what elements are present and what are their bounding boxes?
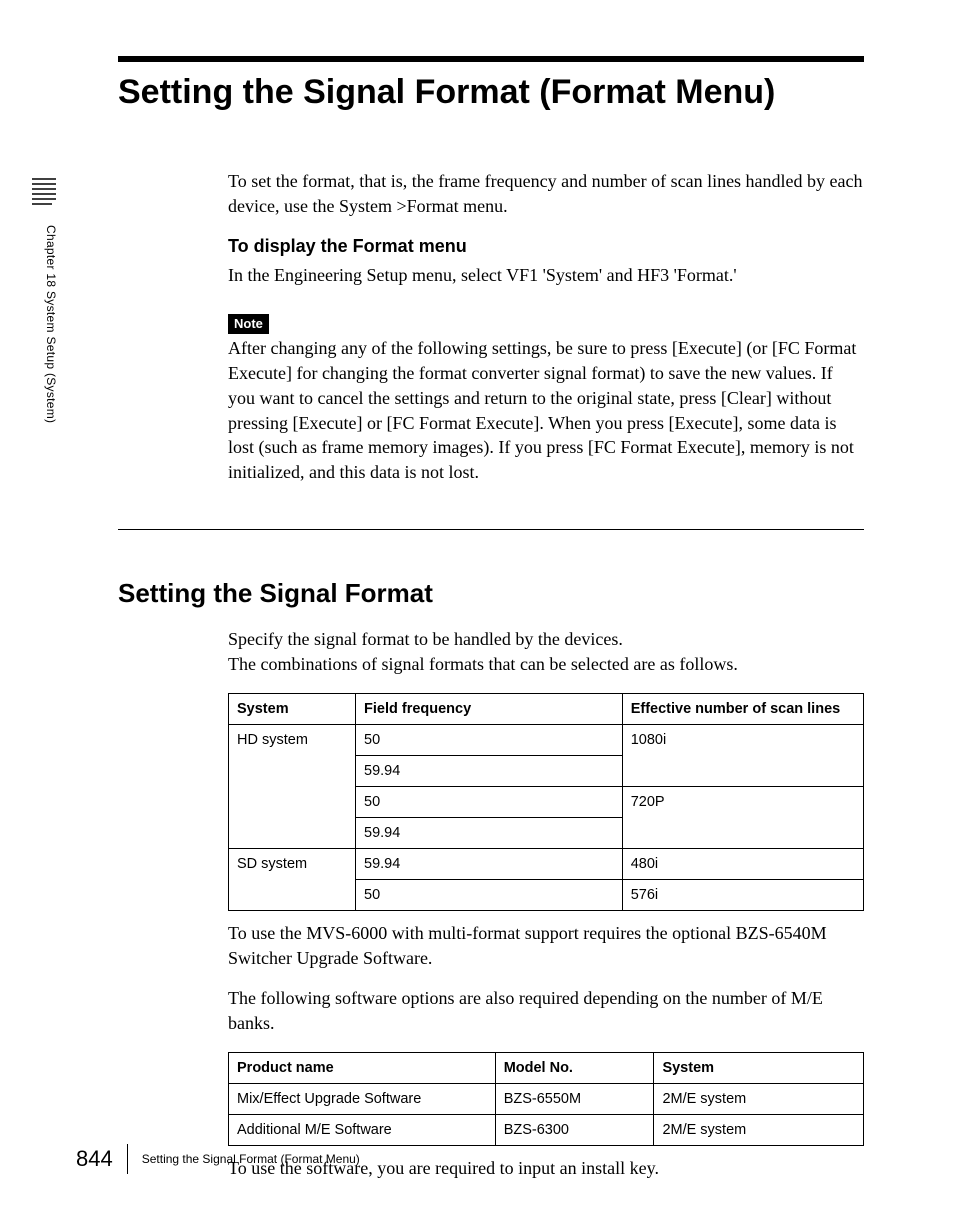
footer-divider	[127, 1144, 128, 1174]
signal-format-table: System Field frequency Effective number …	[228, 693, 864, 911]
footer-text: Setting the Signal Format (Format Menu)	[142, 1152, 360, 1166]
table-row: HD system 50 1080i	[229, 724, 864, 755]
note-badge: Note	[228, 314, 269, 334]
table-row: Product name Model No. System	[229, 1052, 864, 1083]
cell-product: Additional M/E Software	[229, 1114, 496, 1145]
cell-freq: 50	[356, 724, 623, 755]
th-scan-lines: Effective number of scan lines	[622, 693, 863, 724]
cell-freq: 50	[356, 879, 623, 910]
cell-product: Mix/Effect Upgrade Software	[229, 1083, 496, 1114]
cell-model: BZS-6300	[495, 1114, 654, 1145]
section-heading: Setting the Signal Format	[118, 578, 864, 609]
display-format-heading: To display the Format menu	[228, 234, 864, 259]
section-intro-1: Specify the signal format to be handled …	[228, 627, 864, 652]
cell-lines: 480i	[622, 848, 863, 879]
cell-freq: 59.94	[356, 848, 623, 879]
cell-lines: 720P	[622, 786, 863, 848]
table-row: SD system 59.94 480i	[229, 848, 864, 879]
intro-text: To set the format, that is, the frame fr…	[228, 169, 864, 219]
before-table2-text: The following software options are also …	[228, 986, 864, 1036]
table-row: Mix/Effect Upgrade Software BZS-6550M 2M…	[229, 1083, 864, 1114]
page-footer: 844 Setting the Signal Format (Format Me…	[76, 1144, 360, 1174]
display-format-body: In the Engineering Setup menu, select VF…	[228, 263, 864, 288]
title-rule	[118, 56, 864, 62]
page-number: 844	[76, 1146, 113, 1172]
page-title: Setting the Signal Format (Format Menu)	[118, 72, 864, 113]
th-system: System	[229, 693, 356, 724]
th-product: Product name	[229, 1052, 496, 1083]
cell-system2: 2M/E system	[654, 1114, 864, 1145]
cell-system: SD system	[229, 848, 356, 910]
th-field-freq: Field frequency	[356, 693, 623, 724]
th-system2: System	[654, 1052, 864, 1083]
table-row: System Field frequency Effective number …	[229, 693, 864, 724]
cell-system: HD system	[229, 724, 356, 848]
cell-model: BZS-6550M	[495, 1083, 654, 1114]
cell-freq: 59.94	[356, 755, 623, 786]
th-model: Model No.	[495, 1052, 654, 1083]
table-row: Additional M/E Software BZS-6300 2M/E sy…	[229, 1114, 864, 1145]
software-options-table: Product name Model No. System Mix/Effect…	[228, 1052, 864, 1146]
cell-lines: 576i	[622, 879, 863, 910]
section-rule	[118, 529, 864, 530]
after-table1-text: To use the MVS-6000 with multi-format su…	[228, 921, 864, 971]
cell-system2: 2M/E system	[654, 1083, 864, 1114]
cell-lines: 1080i	[622, 724, 863, 786]
section-intro-2: The combinations of signal formats that …	[228, 652, 864, 677]
note-body: After changing any of the following sett…	[228, 336, 864, 485]
cell-freq: 50	[356, 786, 623, 817]
cell-freq: 59.94	[356, 817, 623, 848]
